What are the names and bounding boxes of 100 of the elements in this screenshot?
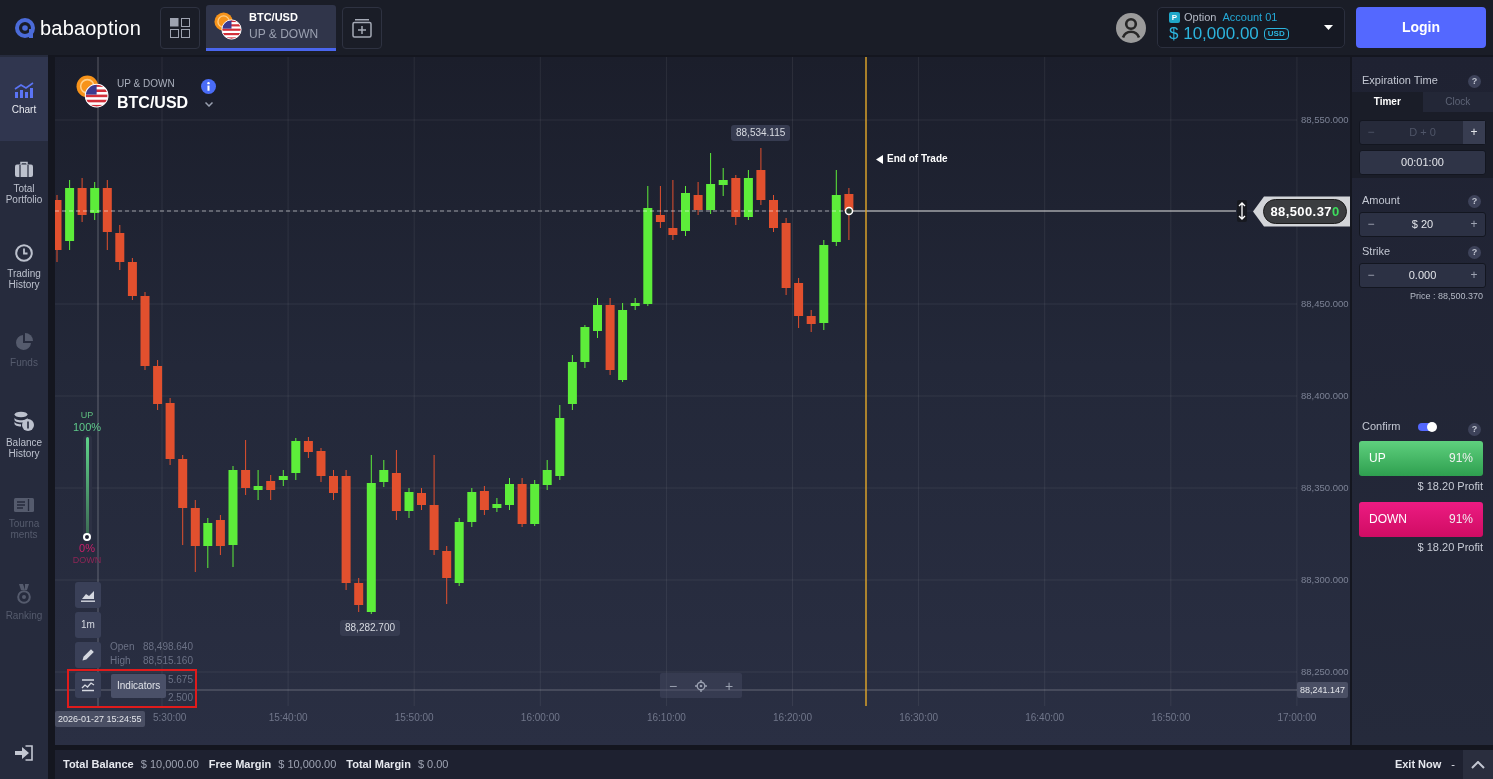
axis-label: 88,300.000 [1301, 574, 1349, 586]
sidebar-item[interactable]: Chart [0, 57, 48, 141]
tooltip: Indicators [111, 674, 167, 698]
account-type: Option [1184, 10, 1217, 24]
decrement-button[interactable]: − [1360, 264, 1382, 287]
chevron-down-icon[interactable] [204, 102, 213, 107]
crosshair-price-label: 88,241.147 [1297, 682, 1349, 698]
expiration-label: Expiration Time [1362, 74, 1438, 88]
grid-icon [170, 17, 190, 38]
time-field[interactable]: 00:01:00 [1359, 150, 1486, 175]
exit-value: - [1451, 757, 1455, 772]
layout-button[interactable] [160, 6, 200, 49]
price-note: Price : 88,500.370 [1408, 291, 1484, 302]
briefcase-icon [15, 160, 33, 177]
high-price-label: 88,534.115 [731, 125, 791, 141]
axis-label: 88,350.000 [1301, 482, 1349, 494]
account-name: Account 01 [1222, 10, 1278, 24]
logo-icon [14, 16, 36, 39]
summary-value: $ 10,000.00 [278, 757, 337, 772]
price-tag: 88,500.370 [1253, 196, 1350, 227]
coins-icon [14, 410, 34, 431]
pie-chart-icon [15, 333, 33, 352]
summary-label: Free Margin [208, 757, 272, 772]
axis-label: 88,550.000 [1301, 114, 1349, 126]
drag-handle-icon[interactable] [1237, 200, 1247, 222]
axis-label: 16:10:00 [646, 712, 686, 724]
axis-label: 16:50:00 [1151, 712, 1191, 724]
ticket-icon [14, 497, 34, 512]
ohlc-value: 88,498.640 [142, 641, 193, 653]
indicator-icon [81, 678, 95, 692]
account-selector[interactable]: P Option Account 01 $ 10,000.00 USD [1157, 7, 1345, 48]
summary-value: $ 0.00 [417, 757, 449, 772]
timeframe-button[interactable]: 1m [75, 612, 101, 638]
decrement-button[interactable]: − [1360, 213, 1382, 236]
strike-label: Strike [1362, 245, 1391, 259]
login-button[interactable]: Login [1356, 7, 1486, 48]
account-type-badge: P [1169, 11, 1180, 23]
indicators-button[interactable] [75, 672, 101, 698]
summary-value: $ 10,000.00 [140, 757, 199, 772]
summary-label: Total Margin [346, 757, 411, 772]
help-button[interactable]: ? [1468, 245, 1481, 259]
chart-icon [14, 82, 34, 99]
exit-icon [15, 745, 33, 761]
confirm-label: Confirm [1362, 420, 1401, 434]
account-balance: $ 10,000.00 [1169, 23, 1259, 45]
avatar-icon [1116, 12, 1146, 43]
help-button[interactable]: ? [1468, 422, 1481, 436]
help-button[interactable]: ? [1468, 74, 1481, 88]
currency-pair-icon [214, 12, 242, 40]
help-button[interactable]: ? [1468, 194, 1481, 208]
ohlc-value: 88,515.160 [142, 655, 193, 667]
axis-label: 5:30:00 [153, 712, 187, 724]
caret-icon [1324, 25, 1333, 30]
zoom-in-button[interactable]: + [720, 677, 738, 694]
axis-label: 88,450.000 [1301, 298, 1349, 310]
logo-text: babaoption [40, 15, 141, 40]
stepper-value: $ 20 [1410, 217, 1435, 232]
axis-label: 88,400.000 [1301, 390, 1349, 402]
sidebar-item[interactable]: Balance History [0, 393, 48, 477]
add-tab-button[interactable] [342, 6, 382, 49]
axis-label: 15:50:00 [394, 712, 434, 724]
ohlc-value: 5.675 [167, 674, 193, 686]
stepper-value: 0.000 [1407, 268, 1438, 283]
low-price-label: 88,282.700 [340, 620, 401, 636]
zoom-out-button[interactable]: − [664, 677, 682, 694]
end-of-trade-label: End of Trade [887, 153, 948, 165]
medal-icon [17, 584, 31, 605]
increment-button[interactable]: + [1463, 264, 1485, 287]
profit-text: $ 18.20 Profit [1416, 541, 1484, 555]
info-icon[interactable] [201, 79, 216, 94]
ohlc-label: High [110, 655, 131, 667]
exit-now-label: Exit Now [1394, 757, 1442, 772]
sidebar-item[interactable]: Total Portfolio [0, 141, 48, 225]
market-type: UP & DOWN [117, 78, 176, 90]
down-button[interactable]: DOWN 91% [1359, 502, 1483, 537]
symbol-name: BTC/USD [117, 93, 190, 112]
drawing-tool-button[interactable] [75, 642, 101, 668]
axis-label: 15:40:00 [268, 712, 308, 724]
amount-label: Amount [1362, 194, 1400, 208]
expiry-tab[interactable]: Timer [1352, 92, 1423, 112]
increment-button[interactable]: + [1463, 213, 1485, 236]
currency-pair-icon [76, 75, 109, 108]
expand-button[interactable] [1463, 750, 1493, 779]
sidebar-item[interactable]: Trading History [0, 225, 48, 309]
chevron-up-icon [1471, 760, 1485, 769]
axis-label: 16:00:00 [520, 712, 560, 724]
confirm-toggle[interactable] [1417, 422, 1436, 431]
add-window-icon [352, 17, 372, 38]
pencil-icon [81, 648, 95, 662]
axis-label: 88,250.000 [1301, 666, 1349, 678]
axis-label: 17:00:00 [1277, 712, 1317, 724]
ohlc-value: 2.500 [167, 692, 193, 704]
profit-text: $ 18.20 Profit [1416, 479, 1484, 493]
asset-tab[interactable]: BTC/USD UP & DOWN [206, 4, 336, 51]
crosshair-time-label: 2026-01-27 15:24:55 [55, 711, 145, 727]
axis-label: 16:40:00 [1025, 712, 1065, 724]
ohlc-label: Open [110, 641, 135, 653]
axis-label: 16:30:00 [899, 712, 939, 724]
target-icon [695, 679, 707, 692]
triangle-icon [876, 154, 883, 164]
